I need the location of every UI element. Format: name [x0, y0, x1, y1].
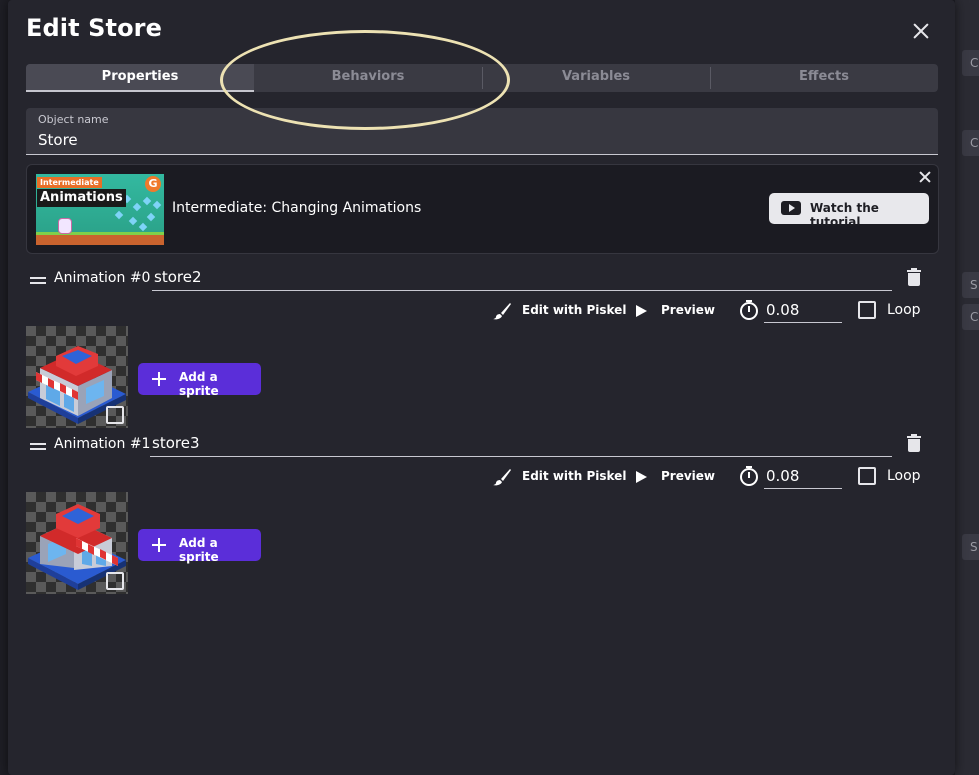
trash-icon[interactable]	[907, 434, 921, 452]
object-name-field[interactable]: Object name Store	[26, 108, 938, 155]
brush-icon	[493, 303, 511, 320]
background-fragment: C	[962, 304, 979, 330]
tab-variables[interactable]: Variables	[482, 64, 710, 92]
background-fragment: C	[962, 130, 979, 156]
thumbnail-word: Animations	[37, 189, 126, 207]
sprite-select-checkbox[interactable]	[106, 572, 124, 590]
object-name-input[interactable]: Store	[38, 131, 78, 149]
preview-label: Preview	[661, 469, 716, 483]
watch-tutorial-button[interactable]: Watch the tutorial	[769, 193, 929, 229]
animation-name-input[interactable]: store3	[150, 432, 892, 457]
tab-effects[interactable]: Effects	[710, 64, 938, 92]
brush-icon	[493, 469, 511, 486]
add-sprite-button[interactable]: Add a sprite	[138, 363, 261, 398]
play-icon	[636, 471, 647, 483]
animation-speed-input[interactable]: 0.08	[764, 300, 842, 323]
loop-label: Loop	[887, 468, 921, 484]
loop-checkbox[interactable]	[858, 301, 876, 319]
drag-handle-icon[interactable]	[30, 443, 46, 451]
object-name-label: Object name	[38, 113, 109, 126]
preview-label: Preview	[661, 303, 716, 317]
add-sprite-button[interactable]: Add a sprite	[138, 529, 261, 564]
animation-speed-input[interactable]: 0.08	[764, 466, 842, 489]
loop-checkbox[interactable]	[858, 467, 876, 485]
add-sprite-label: Add a sprite	[179, 370, 219, 398]
sprite-select-checkbox[interactable]	[106, 406, 124, 424]
gdevelop-logo-icon: G	[145, 176, 161, 192]
tutorial-banner: Intermediate Animations G Intermediate: …	[26, 164, 939, 254]
preview-button[interactable]: Preview	[636, 300, 716, 320]
animation-label: Animation #0	[54, 270, 151, 286]
edit-with-piskel-label: Edit with Piskel	[522, 469, 627, 483]
background-fragment: C	[962, 50, 979, 76]
timer-icon	[740, 300, 758, 320]
plus-icon	[152, 538, 166, 552]
background-app	[955, 0, 979, 775]
trash-icon[interactable]	[907, 268, 921, 286]
tab-bar: Properties Behaviors Variables Effects	[26, 64, 938, 92]
animation-name-input[interactable]: store2	[152, 266, 892, 291]
close-icon[interactable]	[918, 170, 932, 184]
tab-properties[interactable]: Properties	[26, 64, 254, 92]
tutorial-thumbnail: Intermediate Animations G	[36, 174, 164, 245]
dialog-title: Edit Store	[26, 14, 162, 42]
edit-object-dialog: Edit Store Properties Behaviors Variable…	[8, 0, 955, 775]
preview-button[interactable]: Preview	[636, 466, 716, 486]
background-fragment: S	[962, 272, 979, 298]
edit-with-piskel-button[interactable]: Edit with Piskel	[492, 300, 626, 320]
close-icon[interactable]	[910, 20, 932, 42]
animation-label: Animation #1	[54, 436, 151, 452]
background-fragment: S	[962, 534, 979, 560]
edit-with-piskel-button[interactable]: Edit with Piskel	[492, 466, 626, 486]
play-icon	[636, 305, 647, 317]
tab-behaviors[interactable]: Behaviors	[254, 64, 482, 92]
animation-toolbar: Edit with Piskel Preview 0.08 Loop	[492, 300, 938, 323]
sprite-thumbnail[interactable]	[26, 326, 128, 428]
loop-label: Loop	[887, 302, 921, 318]
drag-handle-icon[interactable]	[30, 277, 46, 285]
animation-toolbar: Edit with Piskel Preview 0.08 Loop	[492, 466, 938, 489]
edit-with-piskel-label: Edit with Piskel	[522, 303, 627, 317]
youtube-icon	[781, 201, 801, 215]
timer-icon	[740, 466, 758, 486]
sprite-thumbnail[interactable]	[26, 492, 128, 594]
plus-icon	[152, 372, 166, 386]
thumbnail-tag: Intermediate	[37, 177, 102, 188]
tutorial-title: Intermediate: Changing Animations	[172, 200, 422, 216]
add-sprite-label: Add a sprite	[179, 536, 219, 564]
watch-tutorial-label: Watch the tutorial	[810, 201, 879, 229]
